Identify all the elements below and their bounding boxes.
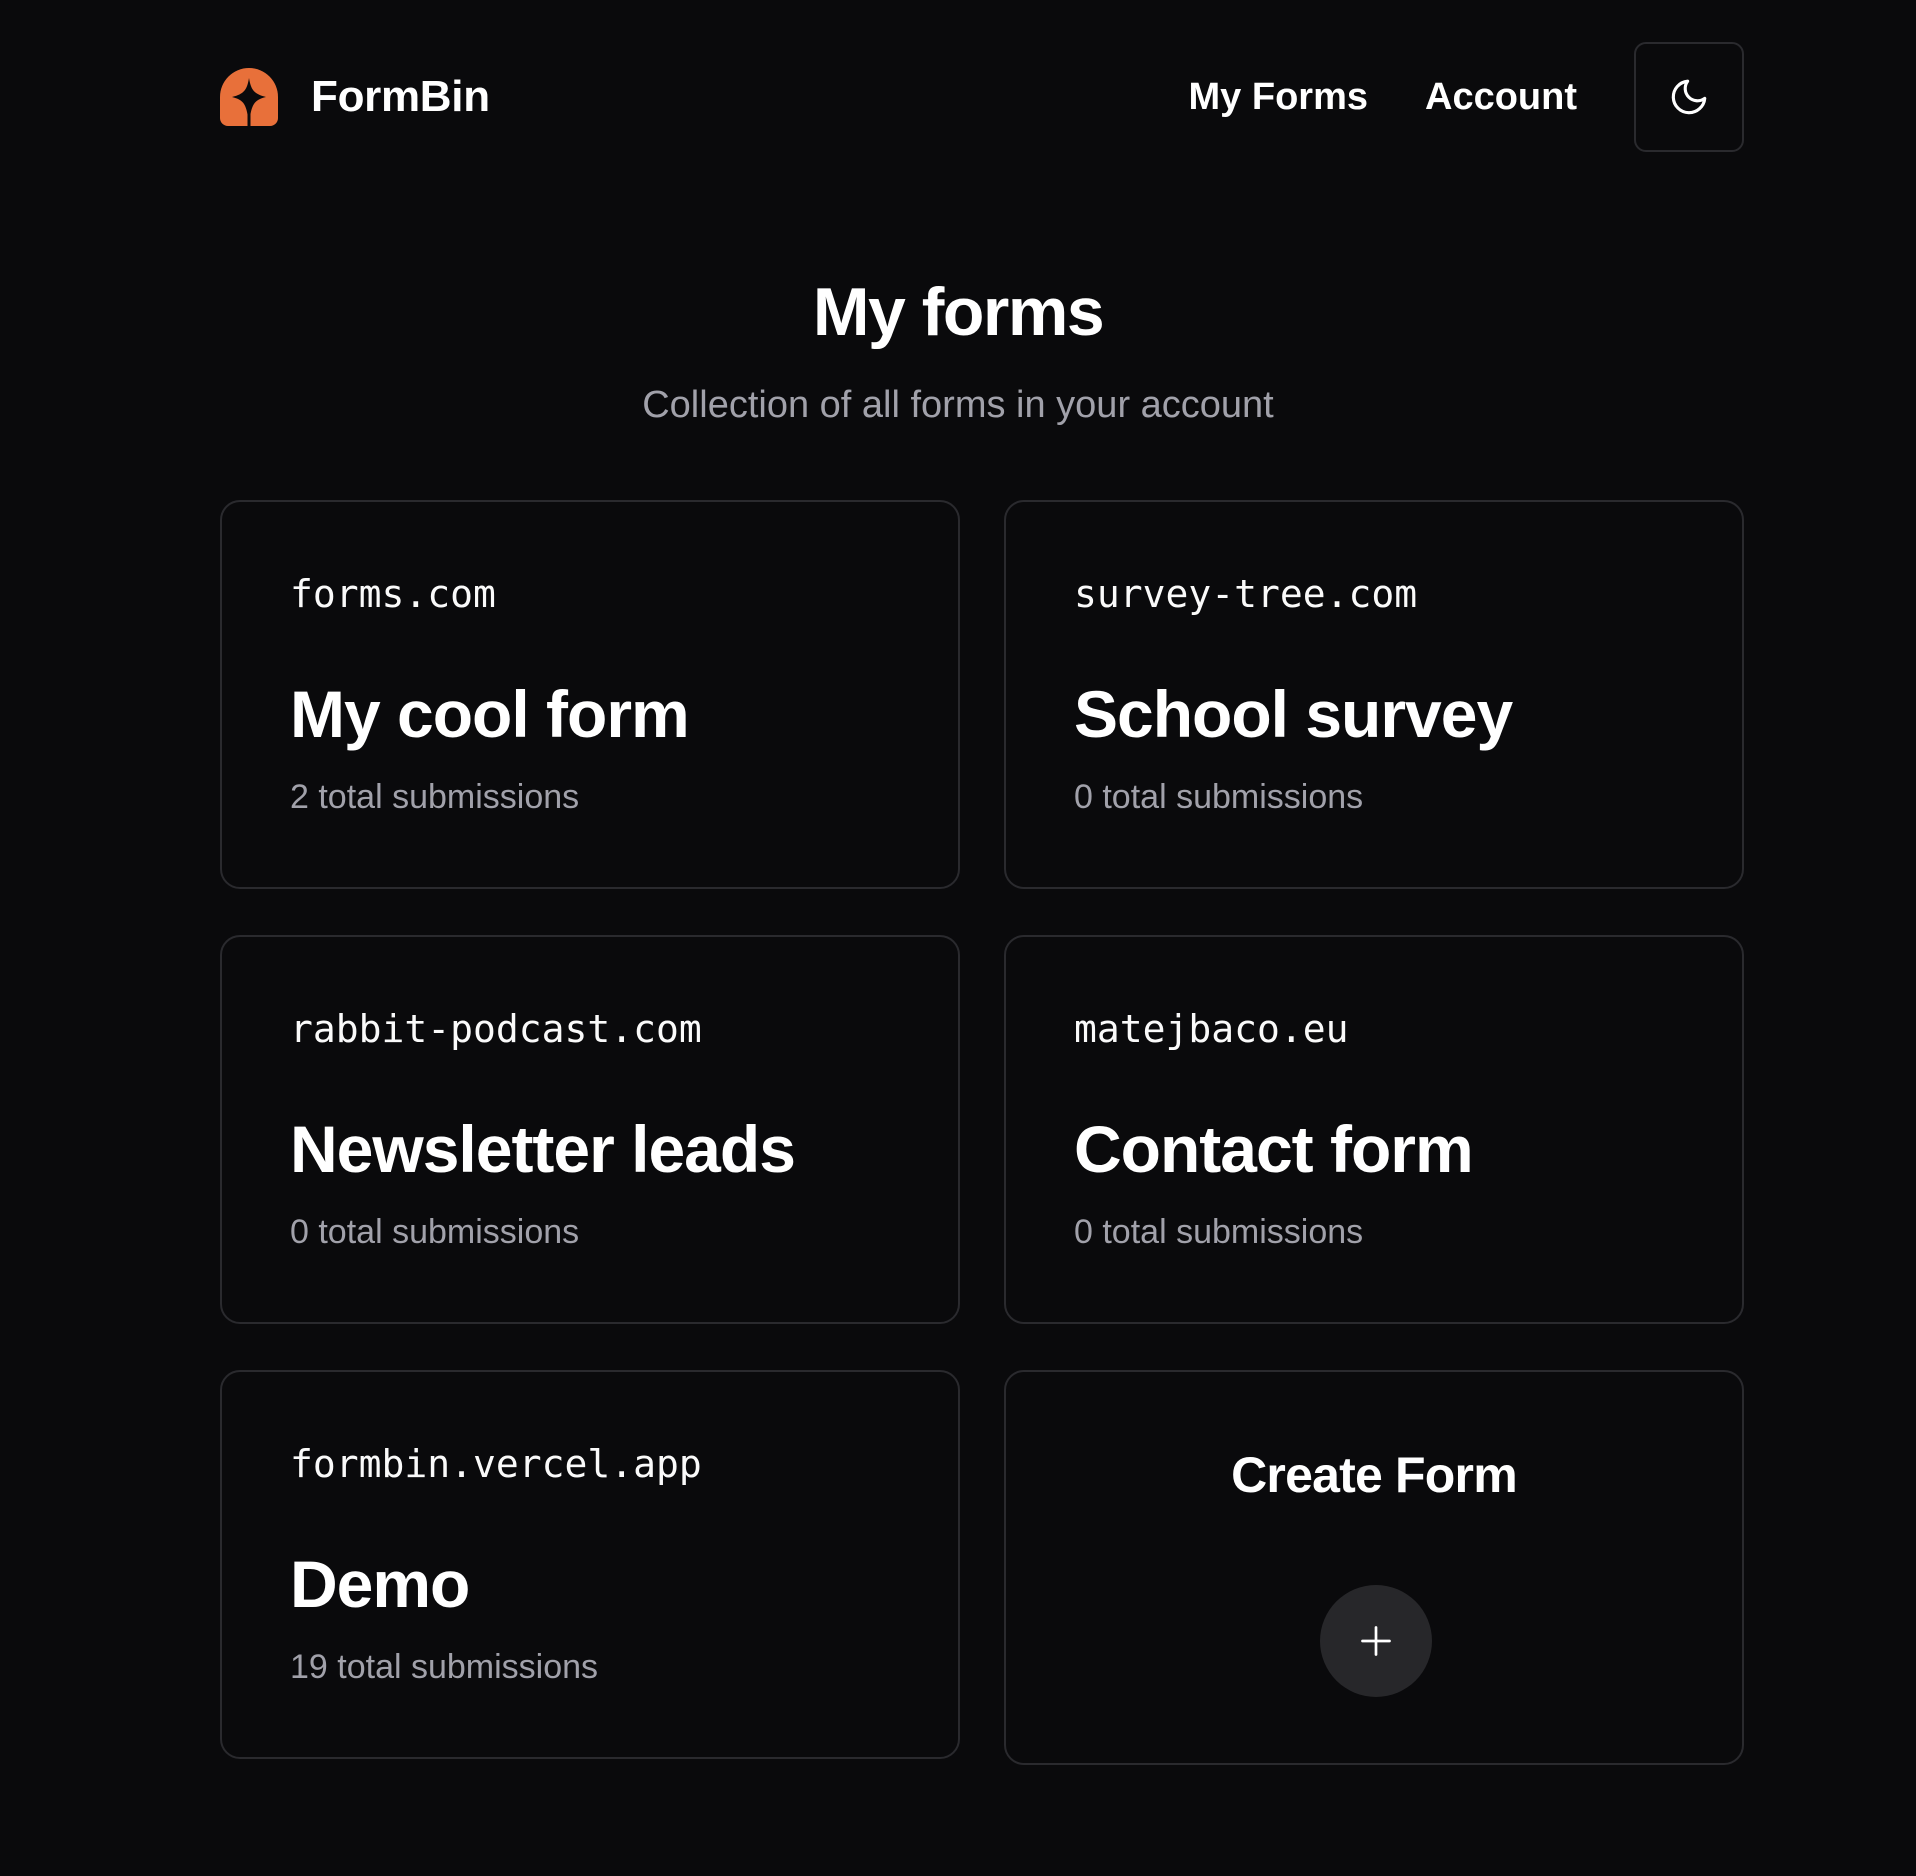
form-name: School survey [1074, 677, 1513, 751]
theme-toggle-button[interactable] [1634, 42, 1744, 152]
form-card[interactable]: survey-tree.com School survey 0 total su… [1004, 500, 1744, 889]
form-submissions-count: 19 total submissions [290, 1648, 599, 1686]
moon-icon [1671, 79, 1707, 115]
form-submissions-count: 0 total submissions [1074, 1213, 1364, 1251]
create-form-card[interactable]: Create Form [1004, 1370, 1744, 1765]
form-card[interactable]: formbin.vercel.app Demo 19 total submiss… [220, 1370, 960, 1759]
nav-my-forms[interactable]: My Forms [1189, 76, 1368, 119]
form-domain: formbin.vercel.app [290, 1442, 702, 1486]
form-submissions-count: 0 total submissions [290, 1213, 580, 1251]
form-name: Demo [290, 1547, 470, 1621]
nav-account[interactable]: Account [1425, 76, 1577, 119]
form-domain: forms.com [290, 572, 496, 616]
form-name: Newsletter leads [290, 1112, 796, 1186]
brand-name: FormBin [311, 72, 490, 121]
form-name: Contact form [1074, 1112, 1474, 1186]
formbin-logo-icon [220, 68, 278, 126]
form-domain: survey-tree.com [1074, 572, 1418, 616]
page-title: My forms [812, 274, 1105, 350]
create-form-button[interactable] [1320, 1585, 1432, 1697]
form-card[interactable]: forms.com My cool form 2 total submissio… [220, 500, 960, 889]
site-header: FormBin My Forms Account [220, 41, 1744, 153]
form-domain: matejbaco.eu [1074, 1007, 1349, 1051]
form-domain: rabbit-podcast.com [290, 1007, 702, 1051]
main-nav: My Forms Account [1189, 41, 1744, 153]
create-form-title: Create Form [1231, 1447, 1518, 1503]
form-submissions-count: 2 total submissions [290, 778, 580, 816]
form-submissions-count: 0 total submissions [1074, 778, 1364, 816]
brand-link[interactable]: FormBin [220, 68, 490, 126]
form-card[interactable]: matejbaco.eu Contact form 0 total submis… [1004, 935, 1744, 1324]
page-subtitle: Collection of all forms in your account [642, 384, 1274, 426]
form-card[interactable]: rabbit-podcast.com Newsletter leads 0 to… [220, 935, 960, 1324]
form-name: My cool form [290, 677, 690, 751]
plus-icon [1361, 1626, 1391, 1656]
